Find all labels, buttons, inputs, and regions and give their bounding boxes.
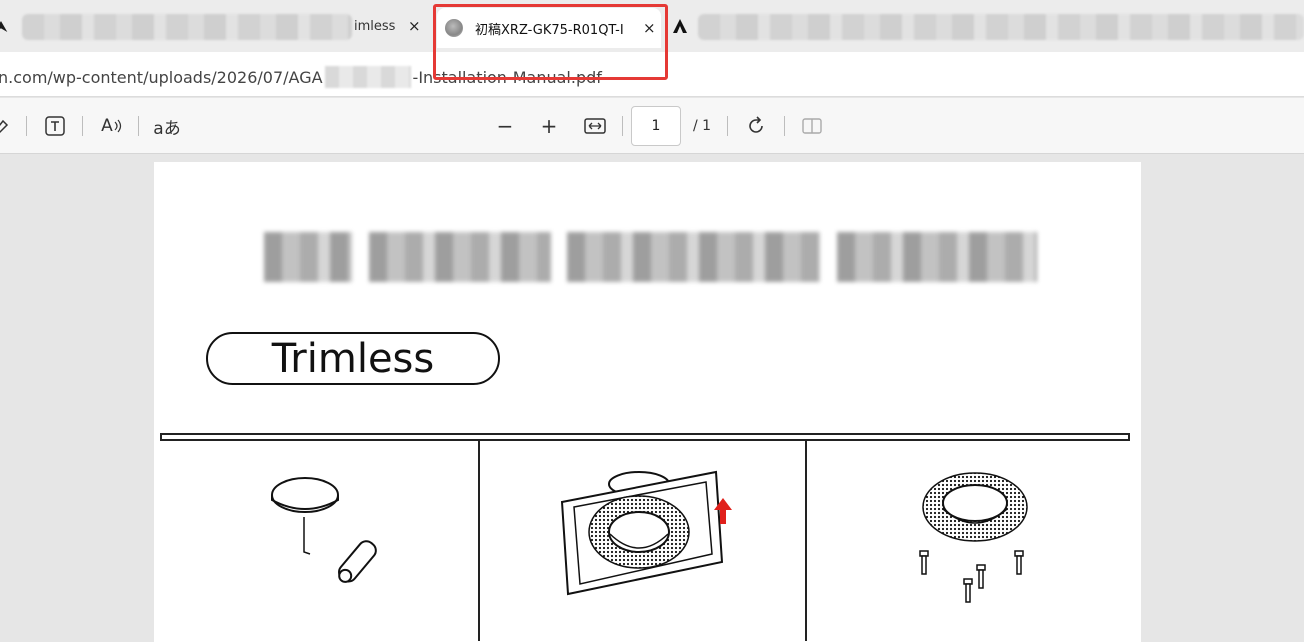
tab-next[interactable] <box>668 8 1304 48</box>
page-count: / 1 <box>693 118 712 134</box>
read-aloud-button[interactable]: A <box>98 112 126 140</box>
page-number-input[interactable]: 1 <box>631 106 681 146</box>
add-text-button[interactable] <box>42 112 68 140</box>
redacted-heading <box>837 232 1037 282</box>
redacted-heading <box>567 232 820 282</box>
tab-active-title: 初稿XRZ-GK75-R01QT-I <box>475 22 624 38</box>
tab-previous-close-icon[interactable]: × <box>408 17 421 35</box>
cap-and-tool-illustration <box>271 477 377 583</box>
url-suffix: -Installation-Manual.pdf <box>412 67 602 87</box>
fit-width-button[interactable] <box>582 112 608 140</box>
translate-label: aあ <box>153 118 181 139</box>
redacted-heading <box>369 232 551 282</box>
frame-mount-illustration <box>560 470 732 596</box>
translate-button[interactable]: aあ <box>152 112 182 140</box>
zoom-out-button[interactable]: − <box>494 112 516 140</box>
toolbar-divider <box>622 116 623 136</box>
toolbar-divider <box>727 116 728 136</box>
pdf-page: Trimless <box>154 162 1141 642</box>
zoom-in-button[interactable]: + <box>538 112 560 140</box>
redacted-tab-title <box>22 14 352 40</box>
pdf-toolbar: A aあ − + 1 / 1 <box>0 98 1304 154</box>
redacted-url-segment <box>324 66 411 88</box>
toolbar-divider <box>26 116 27 136</box>
url-text[interactable]: n.com/wp-content/uploads/2026/07/AGA -In… <box>0 66 602 88</box>
rotate-button[interactable] <box>744 112 768 140</box>
site-logo-icon <box>672 18 688 38</box>
tab-active-close-icon[interactable]: × <box>643 19 656 37</box>
trimless-badge-text: Trimless <box>271 335 435 382</box>
url-prefix: n.com/wp-content/uploads/2026/07/AGA <box>0 67 323 87</box>
two-page-view-button[interactable] <box>800 112 824 140</box>
redacted-heading <box>264 232 352 282</box>
column-divider <box>478 441 480 641</box>
pdf-viewer[interactable]: Trimless <box>0 155 1304 642</box>
section-divider <box>160 433 1130 441</box>
tab-favicon-icon <box>445 19 463 37</box>
address-bar[interactable]: n.com/wp-content/uploads/2026/07/AGA -In… <box>0 52 1304 97</box>
toolbar-divider <box>784 116 785 136</box>
tab-strip: ⮝ imless × 初稿XRZ-GK75-R01QT-I × <box>0 0 1304 52</box>
tab-previous-title: imless <box>354 19 396 34</box>
redacted-tabs <box>698 14 1304 40</box>
ring-and-screws-illustration <box>919 472 1028 603</box>
trimless-badge: Trimless <box>206 332 500 385</box>
toolbar-divider <box>82 116 83 136</box>
column-divider <box>805 441 807 641</box>
toolbar-divider <box>138 116 139 136</box>
tab-active-pdf[interactable]: 初稿XRZ-GK75-R01QT-I × <box>437 8 661 48</box>
draw-icon[interactable] <box>0 112 12 140</box>
tab-previous[interactable]: imless × <box>0 8 432 48</box>
read-aloud-label: A <box>101 116 113 136</box>
